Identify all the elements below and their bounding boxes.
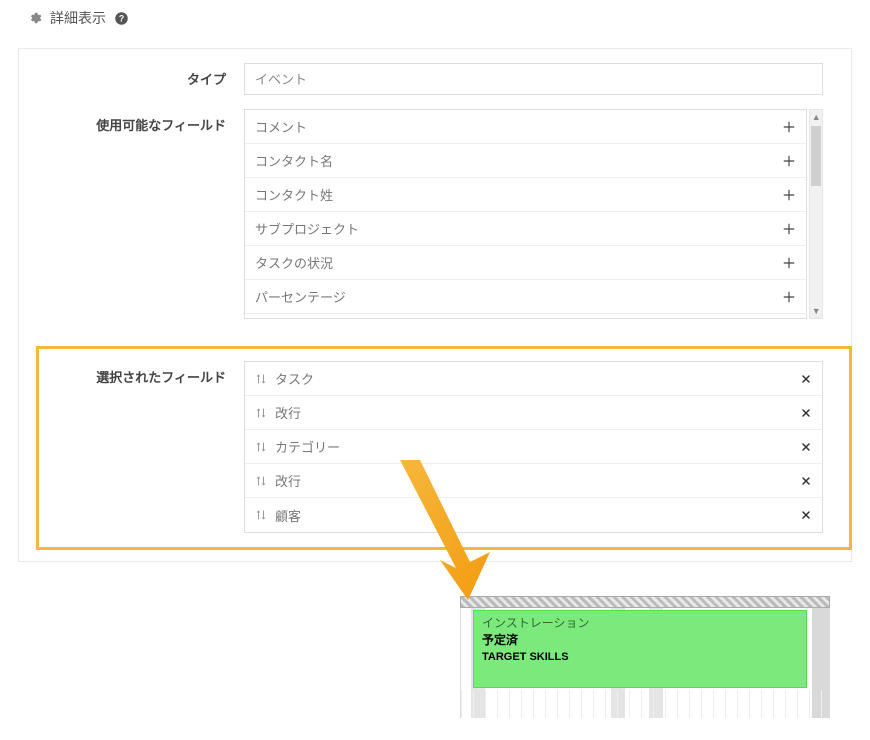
plus-icon[interactable] [782, 120, 796, 134]
selected-field-item[interactable]: 顧客 [245, 498, 822, 532]
row-type: タイプ イベント [19, 49, 851, 109]
available-field-item[interactable]: コンタクト名 [245, 144, 806, 178]
plus-icon[interactable] [782, 154, 796, 168]
help-icon[interactable]: ? [114, 11, 129, 26]
field-label: カテゴリー [275, 437, 340, 456]
sort-icon[interactable] [255, 509, 267, 521]
field-label: サブプロジェクト [255, 219, 359, 238]
field-label: タスク [275, 369, 314, 388]
field-label: コンタクト姓 [255, 185, 333, 204]
gantt-preview: インストレーション 予定済 TARGET SKILLS [460, 596, 830, 718]
field-label: タスクの状況 [255, 253, 333, 272]
preview-header [460, 596, 830, 608]
row-available-fields: 使用可能なフィールド コメントコンタクト名コンタクト姓サブプロジェクトタスクの状… [19, 109, 851, 333]
selected-fields-list: タスク改行カテゴリー改行顧客 [244, 361, 823, 533]
type-select[interactable]: イベント [244, 63, 823, 95]
plus-icon[interactable] [782, 256, 796, 270]
event-block[interactable]: インストレーション 予定済 TARGET SKILLS [473, 610, 807, 688]
sort-icon[interactable] [255, 373, 267, 385]
available-field-item[interactable]: サブプロジェクト [245, 212, 806, 246]
available-field-item[interactable]: コンタクト姓 [245, 178, 806, 212]
field-label: プロジェクト [255, 315, 333, 320]
sort-icon[interactable] [255, 475, 267, 487]
svg-text:?: ? [119, 13, 124, 23]
field-label: 改行 [275, 471, 301, 490]
label-available: 使用可能なフィールド [19, 109, 244, 134]
field-label: 顧客 [275, 506, 301, 525]
selected-field-item[interactable]: 改行 [245, 396, 822, 430]
row-selected-fields: 選択されたフィールド タスク改行カテゴリー改行顧客 [19, 333, 851, 561]
available-field-item[interactable]: コメント [245, 110, 806, 144]
event-line1: インストレーション [482, 615, 798, 632]
available-field-item[interactable]: パーセンテージ [245, 280, 806, 314]
scroll-thumb[interactable] [811, 126, 821, 186]
remove-icon[interactable] [800, 407, 812, 419]
selected-field-item[interactable]: 改行 [245, 464, 822, 498]
preview-grid [461, 690, 830, 718]
available-field-item[interactable]: タスクの状況 [245, 246, 806, 280]
selected-field-item[interactable]: タスク [245, 362, 822, 396]
field-label: パーセンテージ [255, 287, 346, 306]
remove-icon[interactable] [800, 475, 812, 487]
scroll-down-icon[interactable]: ▼ [810, 304, 822, 318]
label-type: タイプ [19, 63, 244, 88]
sort-icon[interactable] [255, 441, 267, 453]
field-label: コンタクト名 [255, 151, 333, 170]
event-line2: 予定済 [482, 632, 798, 649]
label-selected: 選択されたフィールド [19, 361, 244, 386]
field-label: 改行 [275, 403, 301, 422]
scroll-up-icon[interactable]: ▲ [810, 110, 822, 124]
selected-field-item[interactable]: カテゴリー [245, 430, 822, 464]
available-fields-list: コメントコンタクト名コンタクト姓サブプロジェクトタスクの状況パーセンテージプロジ… [244, 109, 807, 319]
event-line3: TARGET SKILLS [482, 650, 798, 666]
plus-icon[interactable] [782, 317, 796, 319]
available-field-item[interactable]: プロジェクト [245, 314, 806, 319]
sort-icon[interactable] [255, 407, 267, 419]
remove-icon[interactable] [800, 441, 812, 453]
remove-icon[interactable] [800, 373, 812, 385]
plus-icon[interactable] [782, 290, 796, 304]
section-title: 詳細表示 [50, 8, 106, 28]
field-label: コメント [255, 117, 307, 136]
scrollbar[interactable]: ▲ ▼ [809, 109, 823, 319]
settings-panel: タイプ イベント 使用可能なフィールド コメントコンタクト名コンタクト姓サブプロ… [18, 48, 852, 562]
remove-icon[interactable] [800, 509, 812, 521]
plus-icon[interactable] [782, 188, 796, 202]
section-header: 詳細表示 ? [0, 0, 870, 36]
gear-icon [28, 11, 42, 25]
plus-icon[interactable] [782, 222, 796, 236]
